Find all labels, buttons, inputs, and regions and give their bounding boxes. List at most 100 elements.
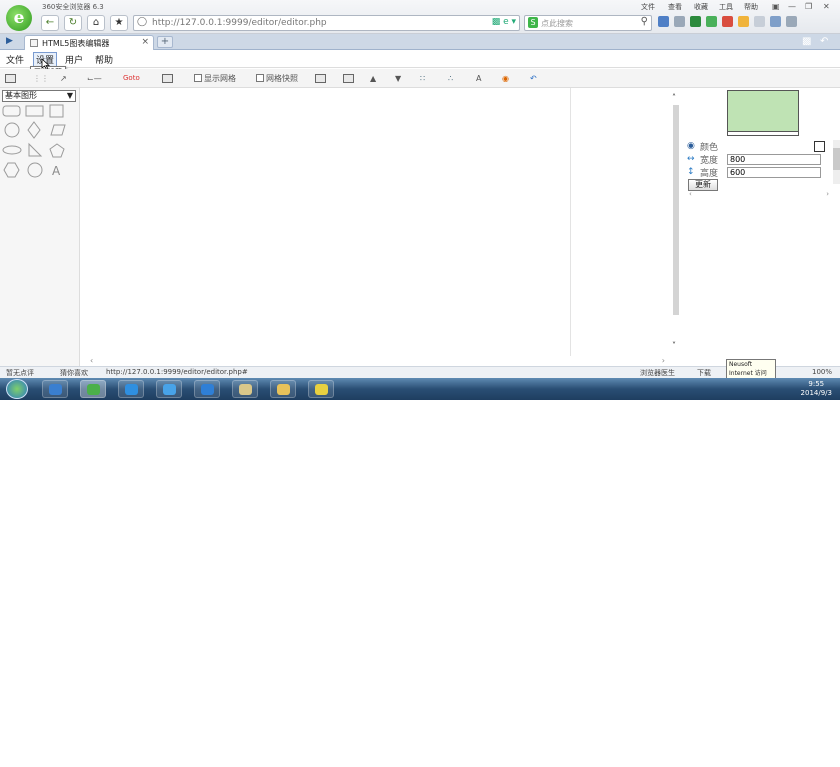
shape-circle-2[interactable] (27, 162, 43, 178)
send-back-icon[interactable] (343, 72, 354, 84)
scroll-right-icon[interactable]: › (662, 356, 665, 365)
home-button[interactable]: ⌂ (87, 15, 105, 31)
shape-ellipse[interactable] (2, 145, 22, 155)
show-grid-checkbox[interactable] (194, 74, 202, 82)
guess-status[interactable]: 猜你喜欢 (60, 368, 88, 378)
align-bottom-icon[interactable]: ▼ (395, 72, 401, 84)
snap-grid-checkbox[interactable] (256, 74, 264, 82)
comment-status[interactable]: 暂无点评 (6, 368, 34, 378)
tab-editor[interactable]: HTML5图表编辑器 × (24, 35, 154, 50)
color-swatch[interactable] (814, 141, 825, 152)
app-menu-help[interactable]: 帮助 (95, 53, 113, 66)
notes-icon[interactable] (738, 16, 749, 27)
taskbar-ie-browser[interactable] (194, 380, 220, 398)
taskbar-vidu-app[interactable] (118, 380, 144, 398)
undo-icon[interactable]: ↶ (530, 72, 537, 84)
volume-icon[interactable]: ♫ (785, 758, 792, 767)
shape-diamond[interactable] (27, 121, 41, 139)
connector-elbow-icon[interactable]: ⌙— (87, 72, 102, 84)
browser-doctor[interactable]: 浏览器医生 (640, 368, 675, 378)
skin-icon[interactable]: ▣ (772, 2, 780, 11)
undo-close-icon[interactable]: ↶ (820, 36, 828, 47)
search-box[interactable]: S 点此搜索 ⚲ (524, 15, 652, 31)
scroll-up-icon[interactable]: ˄ (672, 93, 676, 102)
height-input[interactable] (727, 166, 821, 178)
props-scroll-left-icon[interactable]: ‹ (689, 190, 692, 198)
ungroup-icon[interactable]: ∴ (448, 72, 453, 84)
show-grid-toggle[interactable]: 显示网格 (194, 72, 236, 84)
shape-pentagon[interactable] (49, 143, 65, 158)
more-icon[interactable] (786, 16, 797, 27)
screenshot-icon[interactable] (754, 16, 765, 27)
shape-square[interactable] (49, 104, 64, 118)
address-url[interactable]: http://127.0.0.1:9999/editor/editor.php (152, 18, 327, 28)
minimize-icon[interactable]: — (788, 2, 796, 11)
menu-favorites[interactable]: 收藏 (694, 2, 708, 12)
update-button[interactable]: 更新 (688, 179, 718, 191)
props-scroll-right-icon[interactable]: › (826, 190, 829, 198)
scroll-left-icon[interactable]: ‹ (90, 356, 93, 365)
properties-scrollbar[interactable] (833, 140, 840, 184)
properties-horizontal-scrollbar[interactable]: ‹ › (689, 190, 829, 200)
canvas-horizontal-scrollbar[interactable]: ‹ › (90, 356, 665, 366)
media-icon[interactable] (690, 16, 701, 27)
menu-view[interactable]: 查看 (668, 2, 682, 12)
shape-triangle[interactable] (28, 142, 43, 157)
tab-list-icon[interactable]: ▩ (802, 36, 811, 47)
security-icon[interactable] (706, 16, 717, 27)
save-icon[interactable] (5, 72, 16, 84)
taskbar-notes-app[interactable] (232, 380, 258, 398)
translate-icon[interactable] (722, 16, 733, 27)
new-tab-button[interactable]: + (157, 36, 173, 48)
taskbar-clock[interactable]: 9:55 2014/9/3 (801, 380, 832, 398)
taskbar-360-browser[interactable] (80, 380, 106, 398)
bring-front-icon[interactable] (315, 72, 326, 84)
menu-help[interactable]: 帮助 (744, 2, 758, 12)
canvas-vertical-scrollbar[interactable]: ˄ ˅ (671, 93, 681, 353)
close-icon[interactable]: ✕ (823, 2, 830, 11)
snap-grid-toggle[interactable]: 网格快照 (256, 72, 298, 84)
download-status[interactable]: 下载 (697, 368, 711, 378)
app-menu-file[interactable]: 文件 (6, 53, 24, 66)
scroll-thumb[interactable] (673, 105, 679, 315)
group-icon[interactable]: ∷ (420, 72, 425, 84)
menu-tools[interactable]: 工具 (719, 2, 733, 12)
tab-close-icon[interactable]: × (141, 37, 149, 47)
taskbar-wamp-app[interactable] (308, 380, 334, 398)
font-icon[interactable]: A (476, 72, 481, 84)
search-icon[interactable]: ⚲ (641, 16, 648, 27)
shape-category-select[interactable]: 基本图形 ▼ (2, 90, 76, 102)
width-input[interactable] (727, 153, 821, 165)
back-button[interactable]: ← (41, 15, 59, 31)
taskbar-cloud-app[interactable] (156, 380, 182, 398)
connector-straight-icon[interactable]: ↗ (60, 72, 67, 84)
zoom-level[interactable]: 100% (812, 368, 832, 376)
start-button[interactable] (6, 379, 28, 399)
menu-file[interactable]: 文件 (641, 2, 655, 12)
drawing-canvas[interactable] (81, 88, 571, 356)
app-menu-user[interactable]: 用户 (65, 53, 83, 66)
goto-button[interactable]: Goto (123, 72, 140, 84)
search-input[interactable]: 点此搜索 (541, 18, 573, 29)
sidebar-toggle-icon[interactable]: ▶ (6, 36, 13, 46)
shape-rounded-rect[interactable] (2, 105, 21, 117)
search-engine-icon[interactable]: S (528, 17, 538, 28)
select-box-icon[interactable] (162, 72, 173, 84)
address-bar[interactable]: ◯ http://127.0.0.1:9999/editor/editor.ph… (133, 15, 520, 31)
maximize-icon[interactable]: ❐ (805, 2, 812, 11)
color-palette-icon[interactable]: ◉ (502, 72, 509, 84)
scroll-down-icon[interactable]: ˅ (672, 341, 676, 350)
extension-icon[interactable] (674, 16, 685, 27)
shape-rect[interactable] (25, 105, 44, 117)
shape-hexagon[interactable] (3, 162, 20, 178)
compat-mode-icon[interactable]: ▩ e ▾ (492, 17, 516, 27)
align-top-icon[interactable]: ▲ (370, 72, 376, 84)
refresh-button[interactable]: ↻ (64, 15, 82, 31)
favorite-button[interactable]: ★ (110, 15, 128, 31)
shape-circle[interactable] (4, 122, 20, 138)
dots-icon[interactable]: ⋮⋮ (33, 72, 49, 84)
taskbar-ie-app[interactable] (42, 380, 68, 398)
shape-text[interactable]: A (52, 164, 61, 178)
taskbar-explorer[interactable] (270, 380, 296, 398)
shape-parallelogram[interactable] (50, 124, 66, 136)
